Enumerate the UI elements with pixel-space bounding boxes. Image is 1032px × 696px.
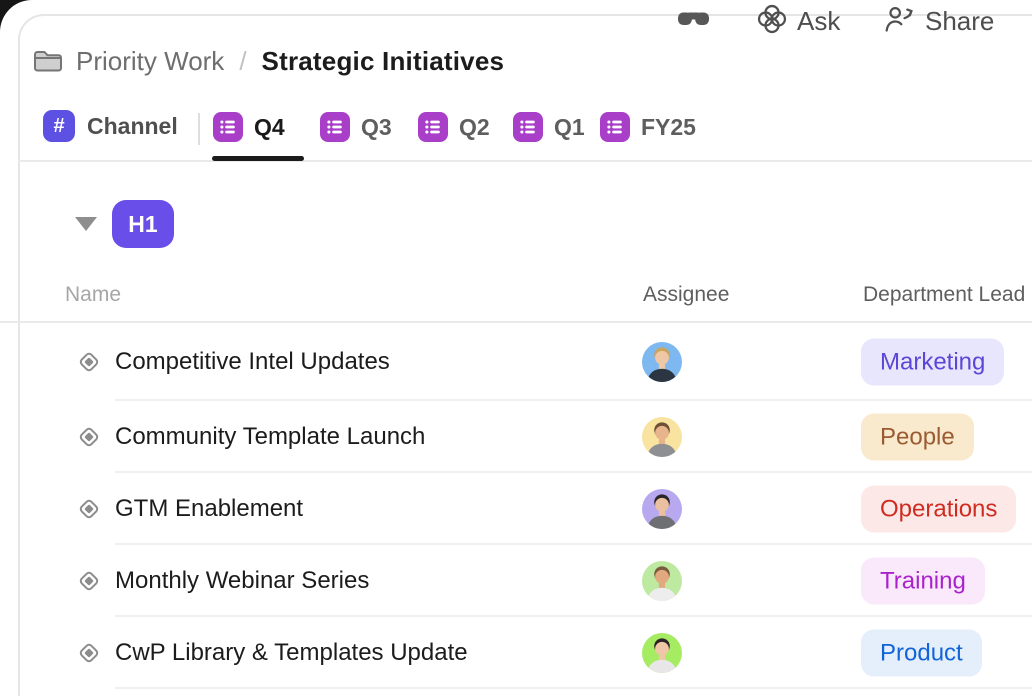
tab-label: Q2 xyxy=(459,113,490,140)
share-label: Share xyxy=(925,5,995,36)
glasses-icon xyxy=(676,8,711,35)
table-row[interactable]: GTM Enablement Operations xyxy=(0,473,1032,545)
row-divider xyxy=(115,687,1032,689)
tab-q4[interactable]: Q4 xyxy=(213,112,285,142)
list-icon xyxy=(320,112,350,142)
caret-down-icon[interactable] xyxy=(75,217,97,231)
person-share-icon xyxy=(884,4,916,39)
channel-label: Channel xyxy=(87,112,178,139)
avatar[interactable] xyxy=(642,633,682,673)
avatar[interactable] xyxy=(642,561,682,601)
tab-separator xyxy=(198,113,200,145)
row-title: CwP Library & Templates Update xyxy=(115,639,468,666)
page-title: Strategic Initiatives xyxy=(261,45,505,76)
folder-icon xyxy=(33,48,63,74)
ask-button[interactable]: Ask xyxy=(756,0,840,42)
list-icon xyxy=(600,112,630,142)
row-title: Competitive Intel Updates xyxy=(115,348,390,375)
tabbar-divider xyxy=(18,160,1032,162)
tab-q2[interactable]: Q2 xyxy=(418,112,490,142)
department-badge[interactable]: Training xyxy=(861,557,985,605)
avatar[interactable] xyxy=(642,342,682,382)
app-window: Priority Work / Strategic Initiatives As… xyxy=(0,0,1032,696)
tab-channel[interactable]: # Channel xyxy=(43,110,178,142)
avatar[interactable] xyxy=(642,489,682,529)
avatar[interactable] xyxy=(642,417,682,457)
diamond-record-icon xyxy=(78,642,100,664)
table-row[interactable]: Monthly Webinar Series Training xyxy=(0,545,1032,617)
table-row[interactable]: CwP Library & Templates Update Product xyxy=(0,617,1032,689)
list-icon xyxy=(418,112,448,142)
ask-label: Ask xyxy=(797,5,841,36)
diamond-record-icon xyxy=(78,351,100,373)
diamond-record-icon xyxy=(78,498,100,520)
department-badge[interactable]: Operations xyxy=(861,485,1017,533)
diamond-record-icon xyxy=(78,426,100,448)
breadcrumb: Priority Work / Strategic Initiatives xyxy=(33,44,504,78)
tab-label: Q3 xyxy=(361,113,392,140)
row-title: Community Template Launch xyxy=(115,423,426,450)
active-tab-underline xyxy=(212,156,304,161)
view-options-button[interactable] xyxy=(676,0,711,42)
department-badge[interactable]: People xyxy=(861,413,974,461)
breadcrumb-parent[interactable]: Priority Work xyxy=(76,46,224,77)
tab-q1[interactable]: Q1 xyxy=(513,112,585,142)
table-row[interactable]: Community Template Launch People xyxy=(0,401,1032,473)
column-header-department[interactable]: Department Lead xyxy=(863,283,1025,307)
diamond-record-icon xyxy=(78,570,100,592)
row-title: GTM Enablement xyxy=(115,495,304,522)
tab-label: Q1 xyxy=(554,113,585,140)
group-label: H1 xyxy=(128,210,158,237)
department-badge[interactable]: Marketing xyxy=(861,338,1005,386)
tab-fy25[interactable]: FY25 xyxy=(600,112,696,142)
hash-icon: # xyxy=(43,110,75,142)
breadcrumb-separator: / xyxy=(239,45,247,76)
group-badge[interactable]: H1 xyxy=(112,200,174,248)
share-button[interactable]: Share xyxy=(884,0,994,42)
tab-label: FY25 xyxy=(641,113,696,140)
clover-sparkle-icon xyxy=(756,3,788,40)
table-row[interactable]: Competitive Intel Updates Marketing xyxy=(0,323,1032,401)
tab-label: Q4 xyxy=(254,113,285,140)
list-icon xyxy=(513,112,543,142)
list-icon xyxy=(213,112,243,142)
department-badge[interactable]: Product xyxy=(861,629,982,677)
column-header-assignee[interactable]: Assignee xyxy=(643,283,729,307)
column-header-name[interactable]: Name xyxy=(65,283,121,307)
tab-q3[interactable]: Q3 xyxy=(320,112,392,142)
row-title: Monthly Webinar Series xyxy=(115,567,370,594)
